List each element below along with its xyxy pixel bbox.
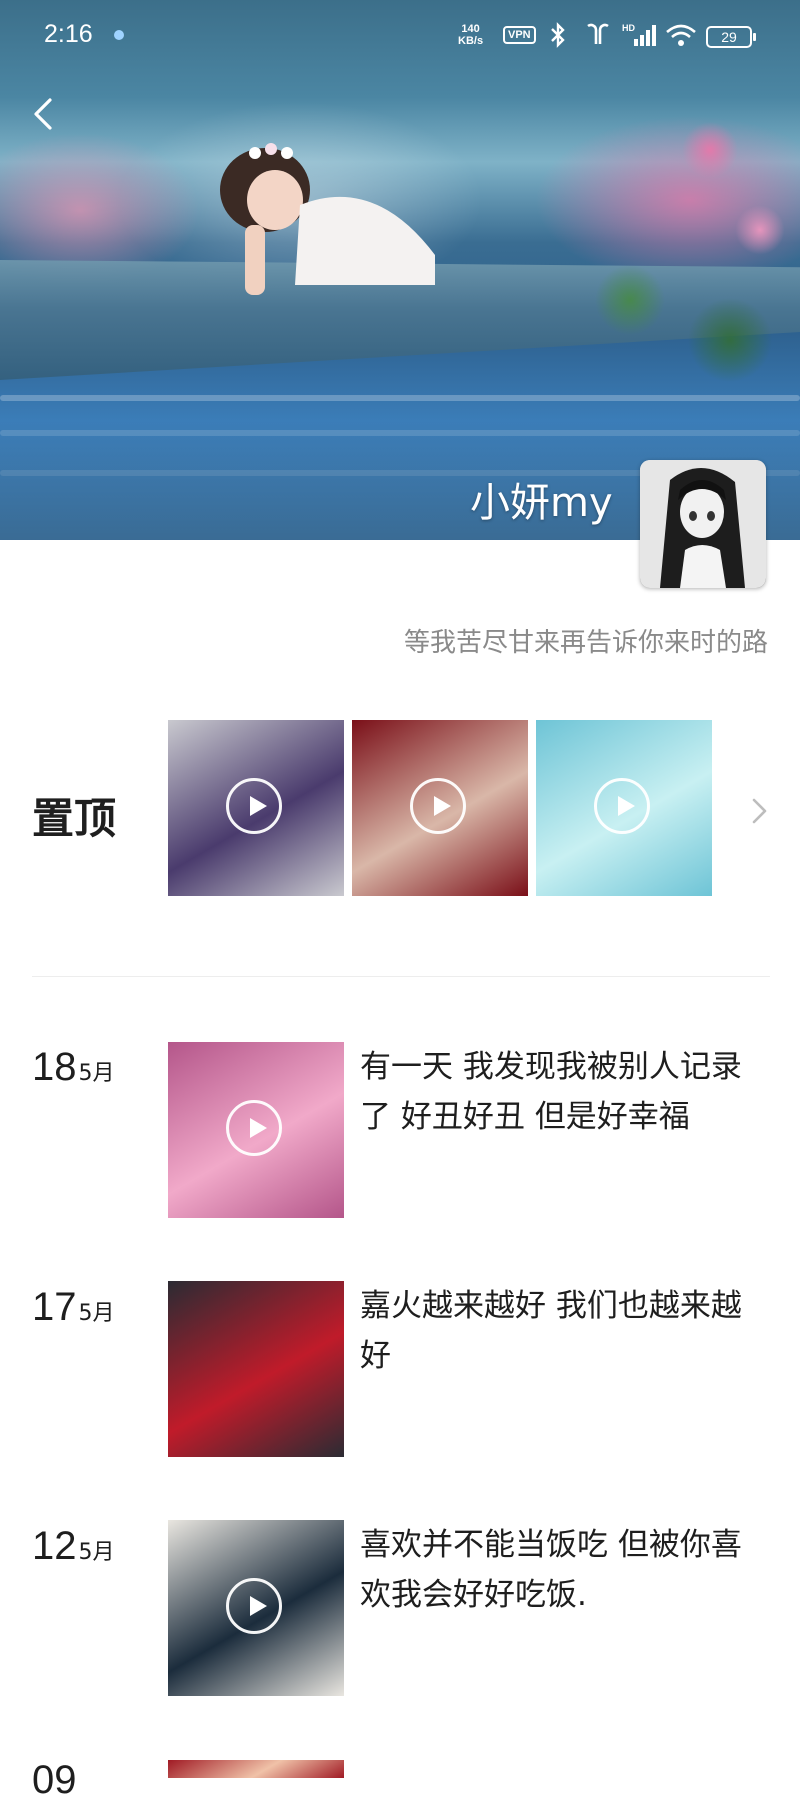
pinned-video-thumbnail[interactable]: [536, 720, 712, 896]
status-time: 2:16: [44, 20, 93, 48]
network-speed: 140 KB/s: [458, 23, 483, 47]
pinned-label: 置顶: [32, 794, 117, 843]
bluetooth-icon: [551, 22, 565, 48]
post-text[interactable]: 有一天 我发现我被别人记录了 好丑好丑 但是好幸福: [360, 1042, 770, 1142]
network-speed-unit: KB/s: [458, 35, 484, 47]
play-icon: [410, 778, 466, 834]
back-arrow-icon[interactable]: [26, 94, 66, 134]
cover-image: [0, 0, 800, 540]
post-text[interactable]: 喜欢并不能当饭吃 但被你喜欢我会好好吃饭.: [360, 1520, 770, 1620]
post-video-thumbnail[interactable]: [168, 1520, 344, 1696]
post-day: 12: [32, 1524, 77, 1568]
post-video-thumbnail[interactable]: [168, 1042, 344, 1218]
notification-dot-icon: [114, 30, 124, 40]
avatar[interactable]: [640, 460, 766, 588]
network-speed-value: 140: [461, 23, 480, 35]
post-date: 125月: [32, 1524, 115, 1569]
pinned-video-thumbnail[interactable]: [168, 720, 344, 896]
signal-icon: HD: [622, 23, 656, 46]
battery-icon: 29: [706, 26, 756, 48]
status-bar: 2:16 140 KB/s VPN HD 29: [0, 0, 800, 72]
post-day: 17: [32, 1285, 77, 1329]
post-month: 5月: [78, 1061, 115, 1086]
svg-text:HD: HD: [622, 23, 635, 33]
play-icon: [594, 778, 650, 834]
flower-decoration: [510, 80, 800, 400]
post-date: 175月: [32, 1285, 115, 1330]
post-month: 5月: [78, 1540, 115, 1565]
play-icon: [226, 1578, 282, 1634]
play-icon: [226, 1100, 282, 1156]
play-icon: [226, 778, 282, 834]
avatar-image: [640, 460, 766, 588]
post-day: 18: [32, 1045, 77, 1089]
post-day: 09: [32, 1758, 77, 1802]
chevron-right-icon[interactable]: [746, 796, 772, 826]
divider: [32, 976, 770, 977]
earbuds-icon: [587, 23, 609, 44]
post-image-thumbnail[interactable]: [168, 1281, 344, 1457]
vpn-badge: VPN: [503, 26, 536, 44]
post-text[interactable]: 嘉火越来越好 我们也越来越好: [360, 1281, 770, 1381]
post-date: 09: [32, 1758, 77, 1803]
pinned-video-thumbnail[interactable]: [352, 720, 528, 896]
post-date: 185月: [32, 1045, 115, 1090]
cover-figure: [220, 143, 435, 295]
profile-signature: 等我苦尽甘来再告诉你来时的路: [403, 628, 768, 658]
wifi-icon: [666, 24, 696, 46]
post-month: 5月: [78, 1301, 115, 1326]
profile-username: 小妍my: [470, 480, 613, 526]
post-image-thumbnail[interactable]: [168, 1760, 344, 1778]
